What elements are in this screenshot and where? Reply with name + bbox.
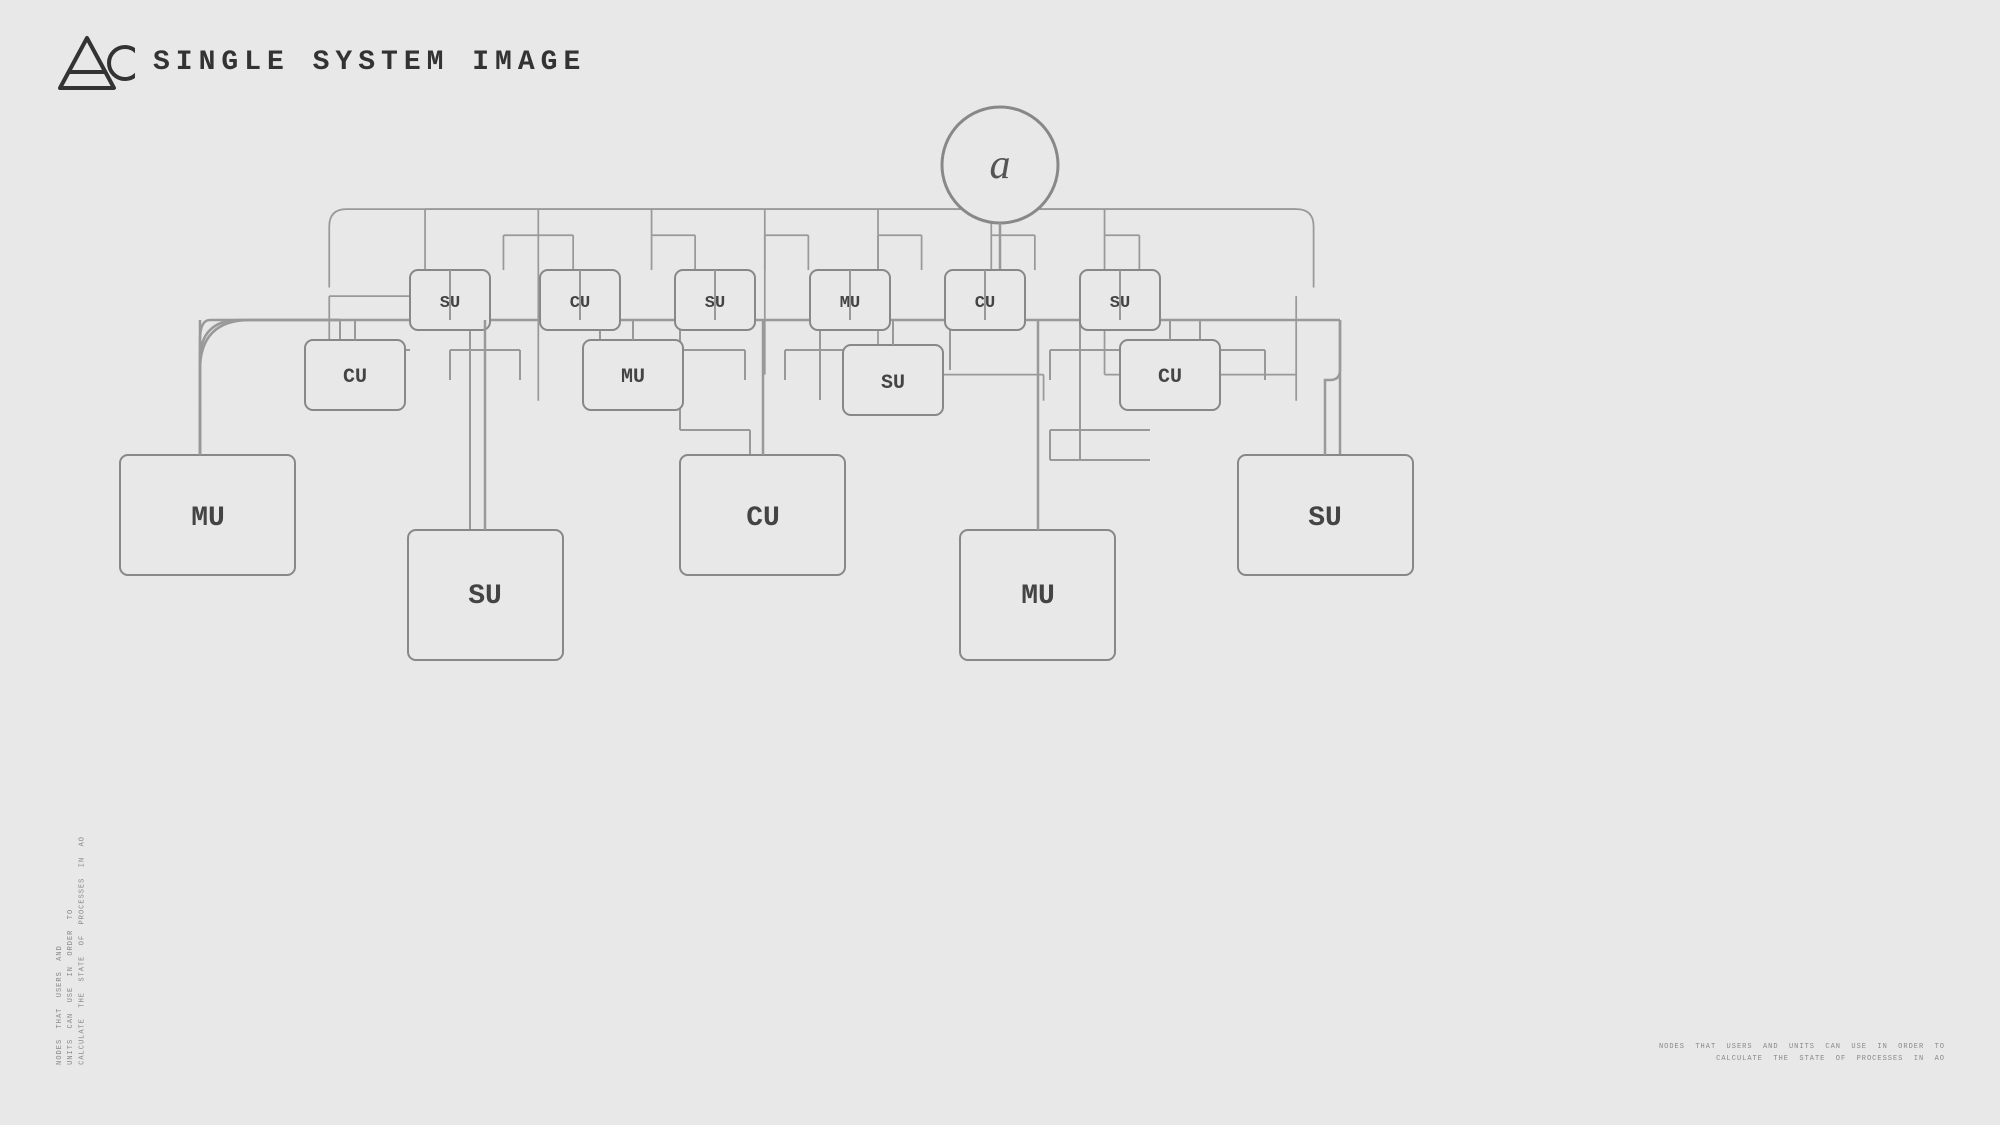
page-title: SINGLE SYSTEM IMAGE (153, 47, 586, 78)
svg-text:CU: CU (975, 294, 995, 313)
svg-text:SU: SU (468, 581, 502, 612)
svg-text:SU: SU (1308, 503, 1342, 534)
svg-text:SU: SU (705, 294, 725, 313)
svg-text:a: a (990, 142, 1011, 188)
svg-text:CU: CU (746, 503, 780, 534)
svg-text:MU: MU (621, 366, 645, 389)
svg-text:MU: MU (191, 503, 225, 534)
svg-text:CU: CU (343, 366, 367, 389)
footer-left: NODES THAT USERS AND UNITS CAN USE IN OR… (55, 836, 89, 1065)
svg-text:SU: SU (881, 372, 905, 395)
svg-text:SU: SU (440, 294, 460, 313)
svg-text:CU: CU (1158, 366, 1182, 389)
header: SINGLE SYSTEM IMAGE (55, 30, 586, 95)
svg-text:MU: MU (840, 294, 860, 313)
svg-text:MU: MU (1021, 581, 1055, 612)
logo-icon (55, 30, 135, 95)
svg-text:SU: SU (1110, 294, 1130, 313)
footer-right: NODES THAT USERS AND UNITS CAN USE IN OR… (1659, 1041, 1945, 1065)
svg-text:CU: CU (570, 294, 590, 313)
